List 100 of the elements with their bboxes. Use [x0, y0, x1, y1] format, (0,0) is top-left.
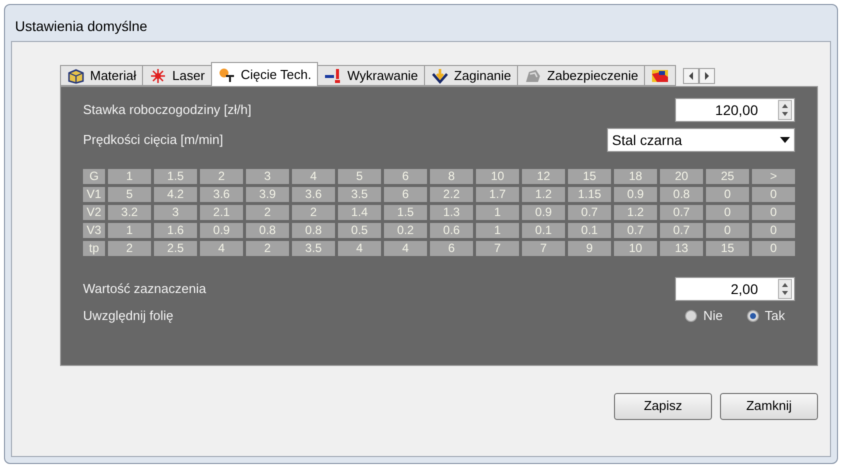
- table-cell: 1.5: [154, 169, 197, 184]
- table-cell: 4: [384, 241, 427, 256]
- table-cell: 0: [752, 223, 795, 238]
- table-cell: 1.15: [568, 187, 611, 202]
- table-cell: 6: [430, 241, 473, 256]
- table-cell: 20: [660, 169, 703, 184]
- table-cell: 1: [476, 223, 519, 238]
- table-cell: 2.2: [430, 187, 473, 202]
- torch-icon: [218, 66, 236, 82]
- table-cell: 18: [614, 169, 657, 184]
- punch-icon: [324, 68, 342, 84]
- table-cell: 3.6: [292, 187, 335, 202]
- tab[interactable]: Cięcie Tech.: [210, 62, 318, 86]
- spin-buttons[interactable]: [778, 100, 792, 120]
- spin-buttons[interactable]: [778, 279, 792, 299]
- table-cell: 3.6: [200, 187, 243, 202]
- table-cell: 4: [292, 169, 335, 184]
- table-cell: 1.3: [430, 205, 473, 220]
- table-cell: 10: [614, 241, 657, 256]
- field-label: Stawka roboczogodziny [zł/h]: [83, 101, 252, 120]
- scroll-right-button[interactable]: [699, 68, 716, 84]
- table-cell: 0: [752, 187, 795, 202]
- table-cell: 0.8: [660, 187, 703, 202]
- right-arrow-icon: [704, 72, 710, 80]
- radio-button[interactable]: [685, 310, 698, 322]
- table-cell: 0: [752, 205, 795, 220]
- radio-button[interactable]: [746, 310, 759, 322]
- field-label: Prędkości cięcia [m/min]: [83, 131, 224, 150]
- table-cell: 4.2: [154, 187, 197, 202]
- dropdown-arrow-icon: [780, 137, 790, 143]
- table-cell: 3.5: [338, 187, 381, 202]
- radio-option[interactable]: Nie: [685, 306, 723, 326]
- table-cell: 12: [522, 169, 565, 184]
- table-cell: 1: [476, 205, 519, 220]
- table-cell: 0: [706, 205, 749, 220]
- table-cell: 0.8: [292, 223, 335, 238]
- field-value: 2,00: [730, 280, 759, 298]
- bend-arrow-icon: [431, 68, 450, 84]
- table-cell: 3: [246, 169, 289, 184]
- table-cell: 1.5: [384, 205, 427, 220]
- table-cell: 1.6: [154, 223, 197, 238]
- table-cell: 0.2: [384, 223, 427, 238]
- table-cell: 2: [292, 205, 335, 220]
- table-cell: 2: [108, 241, 151, 256]
- table-cell: 0.7: [660, 223, 703, 238]
- field-label: Wartość zaznaczenia: [83, 280, 206, 298]
- table-cell: 9: [568, 241, 611, 256]
- table-cell: 0.7: [568, 205, 611, 220]
- table-cell: 13: [660, 241, 703, 256]
- tab[interactable]: [644, 65, 676, 86]
- dialog-button[interactable]: Zapisz: [614, 392, 712, 420]
- table-cell: 10: [476, 169, 519, 184]
- table-cell: 15: [706, 241, 749, 256]
- table-cell: 3: [154, 205, 197, 220]
- table-cell: 2.5: [154, 241, 197, 256]
- table-cell: 1.2: [614, 205, 657, 220]
- table-cell: 8: [430, 169, 473, 184]
- tab[interactable]: Zaginanie: [424, 65, 518, 86]
- material-dropdown[interactable]: Stal czarna: [607, 128, 795, 152]
- tab[interactable]: Wykrawanie: [317, 65, 426, 86]
- table-cell: 2.1: [200, 205, 243, 220]
- table-cell: >: [752, 169, 795, 184]
- table-cell: 0.9: [614, 187, 657, 202]
- table-cell: 4: [200, 241, 243, 256]
- table-cell: 0.8: [246, 223, 289, 238]
- left-arrow-icon: [688, 72, 694, 80]
- table-cell: 7: [476, 241, 519, 256]
- table-cell: 7: [522, 241, 565, 256]
- table-cell: V1: [83, 187, 105, 202]
- table-cell: 6: [384, 169, 427, 184]
- dialog-button[interactable]: Zamknij: [720, 392, 818, 420]
- table-cell: 1.7: [476, 187, 519, 202]
- table-cell: 15: [568, 169, 611, 184]
- table-cell: 1: [108, 223, 151, 238]
- table-cell: 0.1: [568, 223, 611, 238]
- table-cell: V2: [83, 205, 105, 220]
- tab[interactable]: Zabezpieczenie: [517, 65, 646, 86]
- table-cell: 0: [706, 187, 749, 202]
- number-field[interactable]: 120,00: [675, 98, 795, 122]
- table-cell: 0.1: [522, 223, 565, 238]
- tab[interactable]: Materiał: [60, 65, 144, 86]
- table-cell: 0.7: [660, 205, 703, 220]
- table-cell: 3.9: [246, 187, 289, 202]
- table-cell: 1.4: [338, 205, 381, 220]
- table-cell: 2: [246, 241, 289, 256]
- radio-option[interactable]: Tak: [746, 306, 785, 326]
- table-cell: tp: [83, 241, 105, 256]
- table-cell: 1.2: [522, 187, 565, 202]
- field-label: Uwzględnij folię: [83, 307, 174, 326]
- scroll-left-button[interactable]: [683, 68, 700, 84]
- table-cell: 5: [338, 169, 381, 184]
- table-cell: 5: [108, 187, 151, 202]
- table-cell: 0.7: [614, 223, 657, 238]
- table-cell: 6: [384, 187, 427, 202]
- box-icon: [67, 68, 85, 84]
- number-field[interactable]: 2,00: [675, 277, 795, 301]
- table-cell: 2: [200, 169, 243, 184]
- table-cell: V3: [83, 223, 105, 238]
- tab[interactable]: Laser: [142, 65, 212, 86]
- table-cell: 4: [338, 241, 381, 256]
